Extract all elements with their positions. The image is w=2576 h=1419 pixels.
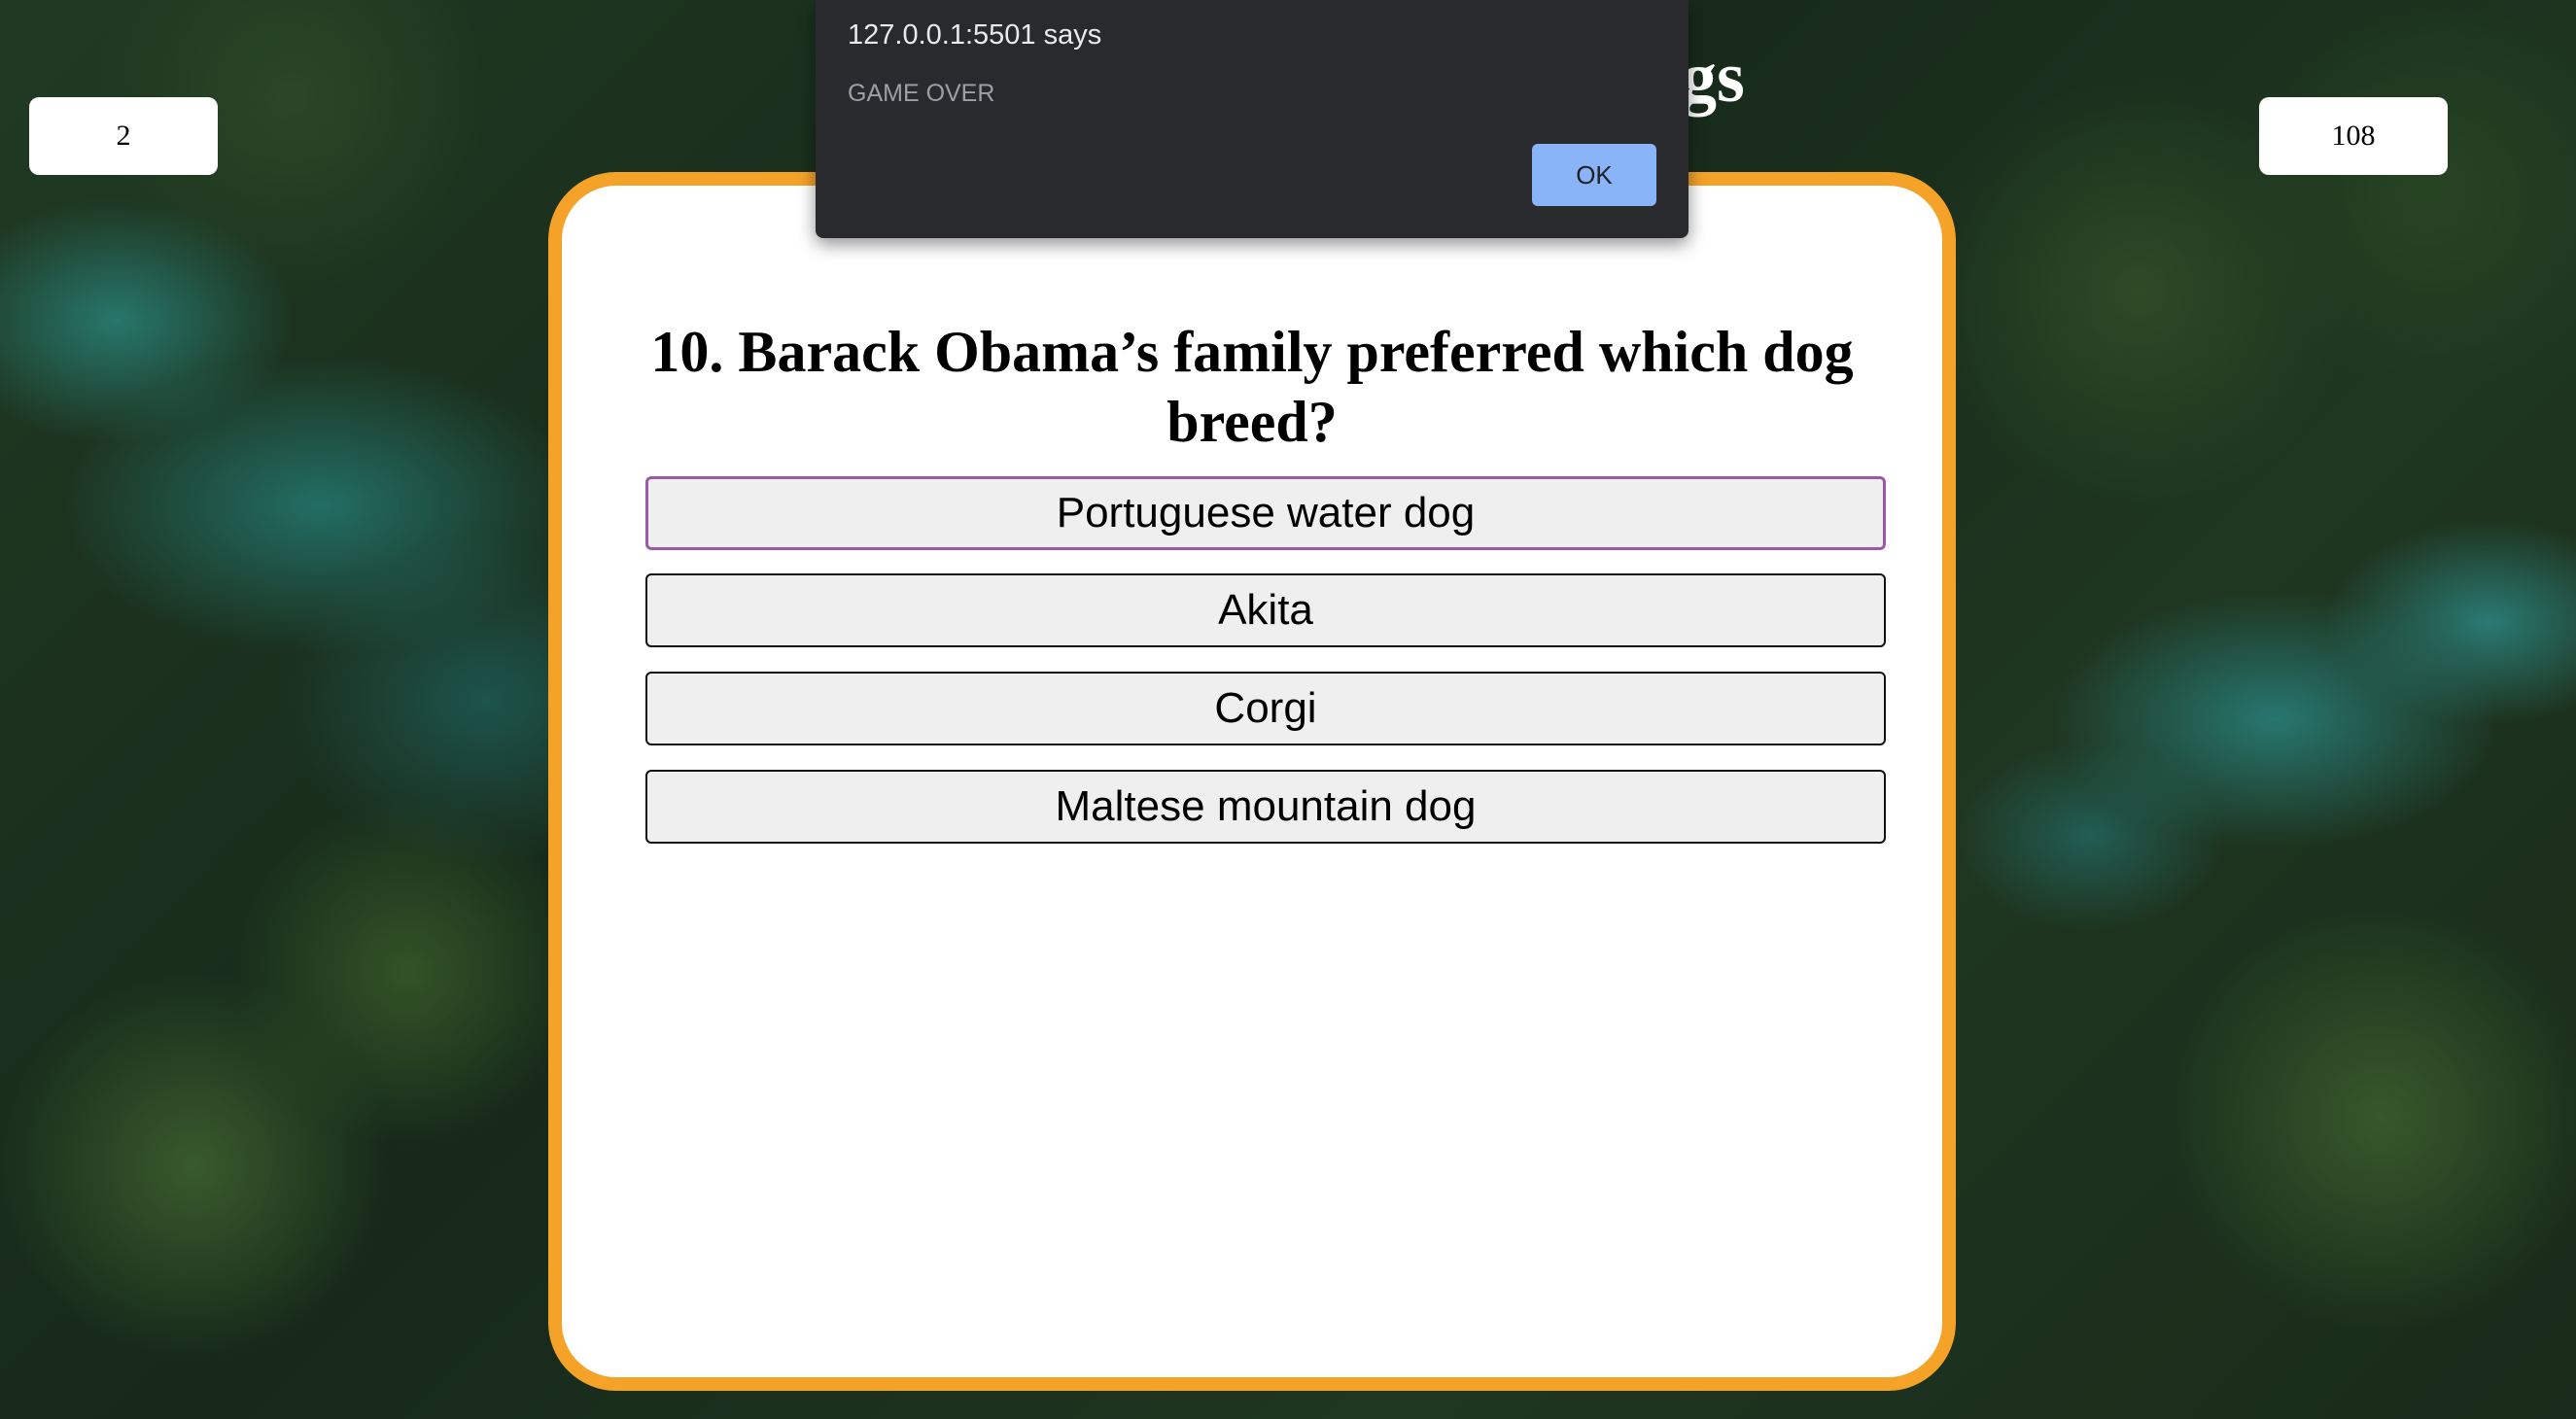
timer-display: 108 [2259,97,2448,175]
answer-button-4[interactable]: Maltese mountain dog [645,770,1886,844]
alert-origin: 127.0.0.1:5501 says [848,19,1102,51]
answer-button-3[interactable]: Corgi [645,672,1886,745]
alert-message: GAME OVER [848,80,995,107]
answer-button-2[interactable]: Akita [645,573,1886,647]
alert-dialog: 127.0.0.1:5501 says GAME OVER OK [816,0,1688,238]
quiz-card: 10. Barack Obama’s family preferred whic… [548,172,1956,1391]
answer-button-1[interactable]: Portuguese water dog [645,476,1886,550]
question-counter: 2 [29,97,218,175]
alert-ok-button[interactable]: OK [1532,144,1656,206]
question-text: 10. Barack Obama’s family preferred whic… [650,320,1854,454]
